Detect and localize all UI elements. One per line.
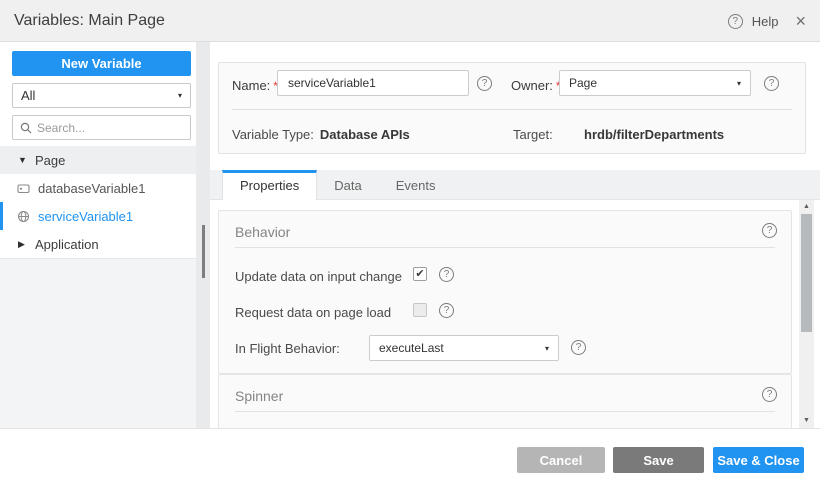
name-input[interactable]: [277, 70, 469, 96]
search-input[interactable]: [37, 121, 183, 135]
service-variable-globe-icon: [17, 209, 31, 223]
properties-panel: Behavior ? Update data on input change ✔…: [210, 200, 820, 428]
divider: [235, 411, 775, 412]
scroll-down-icon[interactable]: ▼: [799, 415, 814, 427]
tab-properties[interactable]: Properties: [222, 170, 317, 201]
request-on-load-help-icon[interactable]: ?: [439, 303, 454, 318]
caret-right-icon: ▶: [18, 239, 30, 250]
update-on-input-help-icon[interactable]: ?: [439, 267, 454, 282]
divider: [232, 109, 792, 110]
tree-group-page[interactable]: ▼ Page: [0, 146, 196, 174]
chevron-down-icon: ▾: [178, 91, 182, 100]
owner-help-icon[interactable]: ?: [764, 76, 779, 91]
variables-tree: ▼ Page databaseVariable1 serviceVariable…: [0, 146, 196, 258]
variable-type-value: Database APIs: [320, 127, 410, 142]
spinner-help-icon[interactable]: ?: [762, 387, 777, 402]
cancel-button[interactable]: Cancel: [517, 447, 605, 473]
variable-type-row: Variable Type: Database APIs: [232, 127, 410, 142]
sidebar-scrollbar-thumb[interactable]: [202, 225, 205, 278]
update-on-input-label: Update data on input change: [235, 269, 402, 284]
content-scrollbar-track[interactable]: ▲ ▼: [799, 200, 814, 428]
chevron-down-icon: ▾: [737, 79, 741, 88]
in-flight-behavior-select[interactable]: executeLast ▾: [369, 335, 559, 361]
behavior-section-title: Behavior: [235, 224, 290, 240]
update-on-input-checkbox[interactable]: ✔: [413, 267, 427, 281]
editor-tabs: Properties Data Events: [210, 170, 820, 200]
variable-editor: Name:* ? Owner:* Page ▾ ? Variable Type:…: [210, 42, 820, 428]
in-flight-behavior-label: In Flight Behavior:: [235, 341, 340, 356]
owner-label: Owner:*: [511, 78, 561, 93]
in-flight-behavior-help-icon[interactable]: ?: [571, 340, 586, 355]
behavior-section: Behavior ? Update data on input change ✔…: [218, 210, 792, 374]
name-help-icon[interactable]: ?: [477, 76, 492, 91]
new-variable-button[interactable]: New Variable: [12, 51, 191, 76]
header-actions: ? Help ×: [728, 0, 806, 42]
save-and-close-button[interactable]: Save & Close: [713, 447, 804, 473]
dialog-footer: Cancel Save Save & Close: [0, 428, 820, 487]
divider: [235, 247, 775, 248]
tree-item-database-variable[interactable]: databaseVariable1: [0, 174, 196, 202]
behavior-help-icon[interactable]: ?: [762, 223, 777, 238]
sidebar-scrollbar-track[interactable]: [196, 42, 210, 428]
variable-summary-card: Name:* ? Owner:* Page ▾ ? Variable Type:…: [218, 62, 806, 154]
help-icon[interactable]: ?: [728, 14, 743, 29]
variable-filter-select[interactable]: All ▾: [12, 83, 191, 108]
close-icon[interactable]: ×: [795, 12, 806, 30]
target-label: Target:: [513, 127, 553, 142]
spinner-section-title: Spinner: [235, 388, 283, 404]
owner-value: Page: [569, 76, 737, 90]
variable-type-label: Variable Type:: [232, 127, 314, 142]
scroll-up-icon[interactable]: ▲: [799, 201, 814, 213]
tab-events[interactable]: Events: [379, 170, 453, 200]
tree-group-application[interactable]: ▶ Application: [0, 230, 196, 258]
tab-data[interactable]: Data: [317, 170, 378, 200]
owner-select[interactable]: Page ▾: [559, 70, 751, 96]
save-button[interactable]: Save: [613, 447, 704, 473]
chevron-down-icon: ▾: [545, 344, 549, 353]
database-variable-icon: [17, 181, 31, 195]
caret-down-icon: ▼: [18, 155, 30, 165]
tree-empty-area: [0, 258, 196, 428]
request-on-load-checkbox[interactable]: [413, 303, 427, 317]
page-title: Variables: Main Page: [14, 0, 165, 42]
tree-item-service-variable[interactable]: serviceVariable1: [0, 202, 196, 230]
name-label: Name:*: [232, 78, 278, 93]
search-icon: [20, 122, 32, 134]
content-scrollbar-thumb[interactable]: [801, 214, 812, 332]
search-box[interactable]: [12, 115, 191, 140]
help-link[interactable]: Help: [752, 14, 779, 29]
in-flight-behavior-value: executeLast: [379, 341, 545, 355]
variables-dialog: Variables: Main Page ? Help × New Variab…: [0, 0, 820, 487]
target-value: hrdb/filterDepartments: [584, 127, 724, 142]
dialog-header: Variables: Main Page ? Help ×: [0, 0, 820, 42]
spinner-section: Spinner ?: [218, 374, 792, 428]
variables-sidebar: New Variable All ▾ ▼ Page databaseVariab…: [0, 42, 196, 428]
variable-filter-value: All: [21, 88, 178, 103]
request-on-load-label: Request data on page load: [235, 305, 391, 320]
